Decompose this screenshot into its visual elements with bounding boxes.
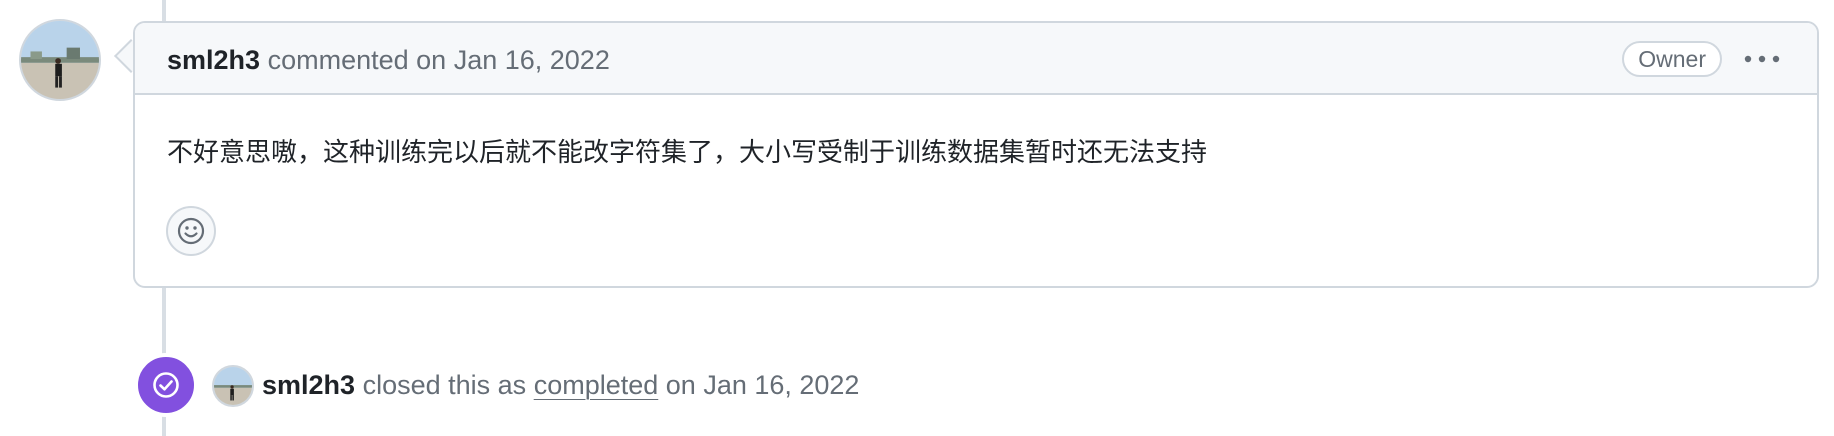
kebab-horizontal-icon[interactable] [1743, 47, 1781, 71]
comment-date[interactable]: Jan 16, 2022 [454, 45, 610, 75]
event-actor[interactable]: sml2h3 [262, 370, 355, 400]
check-circle-icon [153, 372, 179, 398]
owner-badge: Owner [1622, 41, 1722, 77]
actor-avatar[interactable] [212, 365, 254, 407]
avatar-photo [21, 21, 99, 99]
comment-action: commented on [267, 45, 447, 75]
comment-header-text: sml2h3 commented on Jan 16, 2022 [167, 45, 610, 75]
commenter-avatar[interactable] [19, 19, 101, 101]
avatar-photo [214, 367, 252, 405]
event-text-after[interactable]: on Jan 16, 2022 [666, 370, 860, 400]
comment-box: sml2h3 commented on Jan 16, 2022 Owner 不… [133, 21, 1819, 288]
smiley-icon [177, 217, 205, 245]
closed-event-text: sml2h3 closed this as completed on Jan 1… [262, 369, 859, 401]
comment-body: 不好意思嗷，这种训练完以后就不能改字符集了，大小写受制于训练数据集暂时还无法支持 [167, 138, 1208, 168]
completed-link[interactable]: completed [534, 370, 659, 400]
add-reaction-button[interactable] [166, 206, 216, 256]
comment-header: sml2h3 commented on Jan 16, 2022 Owner [135, 23, 1817, 95]
event-text-before: closed this as [362, 370, 527, 400]
comment-author[interactable]: sml2h3 [167, 45, 260, 75]
closed-event-badge [134, 353, 198, 417]
